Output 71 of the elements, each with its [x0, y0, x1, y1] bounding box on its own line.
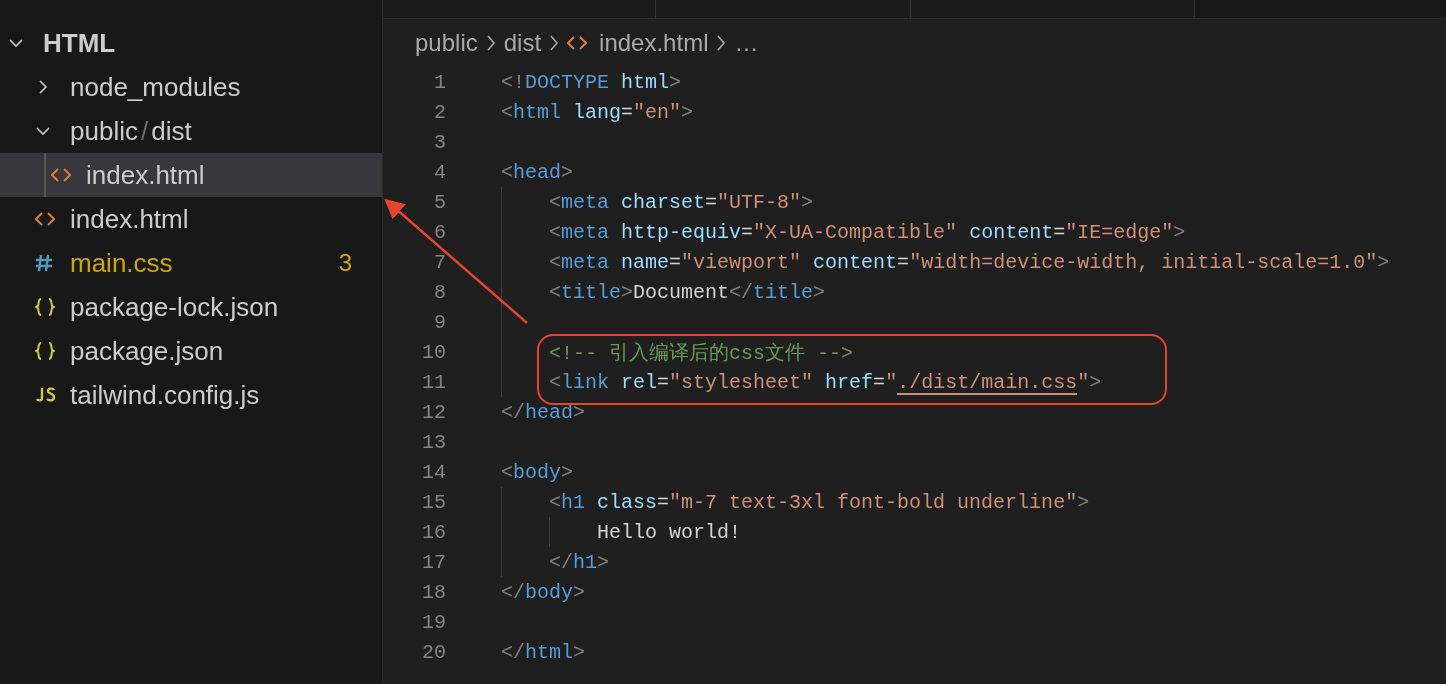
- code-line: </h1>: [501, 547, 610, 577]
- path-separator: /: [140, 115, 149, 147]
- file-item[interactable]: index.html: [0, 197, 382, 241]
- line-number: 4: [433, 160, 446, 184]
- file-name: index.html: [86, 159, 205, 191]
- line-number: 3: [433, 130, 446, 154]
- folder-name: public: [70, 115, 138, 147]
- line-number: 10: [421, 340, 446, 364]
- code-line: <meta http-equiv="X-UA-Compatible" content="IE=edge">: [501, 217, 1186, 247]
- folder-name: dist: [151, 115, 192, 147]
- line-number: 11: [421, 370, 446, 394]
- line-number: 8: [433, 280, 446, 304]
- line-number: 12: [421, 400, 446, 424]
- file-item[interactable]: main.css 3: [0, 241, 382, 285]
- code-line: <title>Document</title>: [501, 277, 826, 307]
- code-line: <link rel="stylesheet" href="./dist/main.css">: [501, 367, 1102, 397]
- file-name: package-lock.json: [70, 291, 279, 323]
- line-number: 14: [421, 460, 446, 484]
- line-number: 9: [433, 310, 446, 334]
- code-line: <meta charset="UTF-8">: [501, 187, 814, 217]
- breadcrumb-item[interactable]: dist: [503, 29, 542, 57]
- code-line: </body>: [501, 579, 586, 606]
- breadcrumb-item[interactable]: index.html: [567, 29, 709, 57]
- line-number: 19: [421, 610, 446, 634]
- code-brackets-icon: [51, 167, 71, 183]
- file-name: tailwind.config.js: [70, 379, 260, 411]
- chevron-right-icon: [549, 34, 560, 52]
- breadcrumb-item[interactable]: public: [415, 29, 478, 57]
- line-number: 6: [433, 220, 446, 244]
- chevron-right-icon: [485, 34, 496, 52]
- hash-icon: [35, 254, 53, 272]
- line-number: 20: [421, 640, 446, 664]
- file-item[interactable]: index.html: [0, 153, 382, 197]
- line-number: 2: [433, 100, 446, 124]
- file-name: package.json: [70, 335, 224, 367]
- curly-braces-icon: [35, 297, 55, 317]
- line-number: 17: [421, 550, 446, 574]
- folder-name: node_modules: [70, 71, 241, 103]
- code-brackets-icon: [35, 211, 55, 227]
- code-line: <head>: [501, 159, 574, 186]
- problem-count: 3: [338, 249, 352, 277]
- code-line: <!-- 引入编译后的css文件 -->: [501, 337, 854, 367]
- file-name: index.html: [70, 203, 189, 235]
- folder-item[interactable]: node_modules: [0, 65, 382, 109]
- js-icon: [35, 387, 57, 403]
- line-number: 1: [433, 70, 446, 94]
- code-line: </head>: [501, 399, 586, 426]
- code-line: <meta name="viewport" content="width=device-width, initial-scale=1.0">: [501, 247, 1390, 277]
- file-item[interactable]: package-lock.json: [0, 285, 382, 329]
- file-item[interactable]: tailwind.config.js: [0, 373, 382, 417]
- code-brackets-icon: [567, 35, 588, 51]
- workspace-header[interactable]: HTML: [0, 21, 382, 65]
- code-line: <html lang="en">: [501, 99, 694, 126]
- code-line: <h1 class="m-7 text-3xl font-bold underline">: [501, 487, 1090, 517]
- breadcrumb-item[interactable]: …: [734, 29, 759, 57]
- line-number: 5: [433, 190, 446, 214]
- code-line: <!DOCTYPE html>: [501, 69, 682, 96]
- code-line: </html>: [501, 639, 586, 666]
- line-number: 7: [433, 250, 446, 274]
- line-number: 15: [421, 490, 446, 514]
- code-line: Hello world!: [501, 517, 742, 547]
- folder-item[interactable]: public/dist: [0, 109, 382, 153]
- curly-braces-icon: [35, 341, 55, 361]
- line-number: 13: [421, 430, 446, 454]
- workspace-title: HTML: [43, 27, 116, 59]
- line-number: 18: [421, 580, 446, 604]
- line-number: 16: [421, 520, 446, 544]
- file-name: main.css: [70, 247, 173, 279]
- code-line: <body>: [501, 459, 574, 486]
- chevron-right-icon: [716, 34, 727, 52]
- file-item[interactable]: package.json: [0, 329, 382, 373]
